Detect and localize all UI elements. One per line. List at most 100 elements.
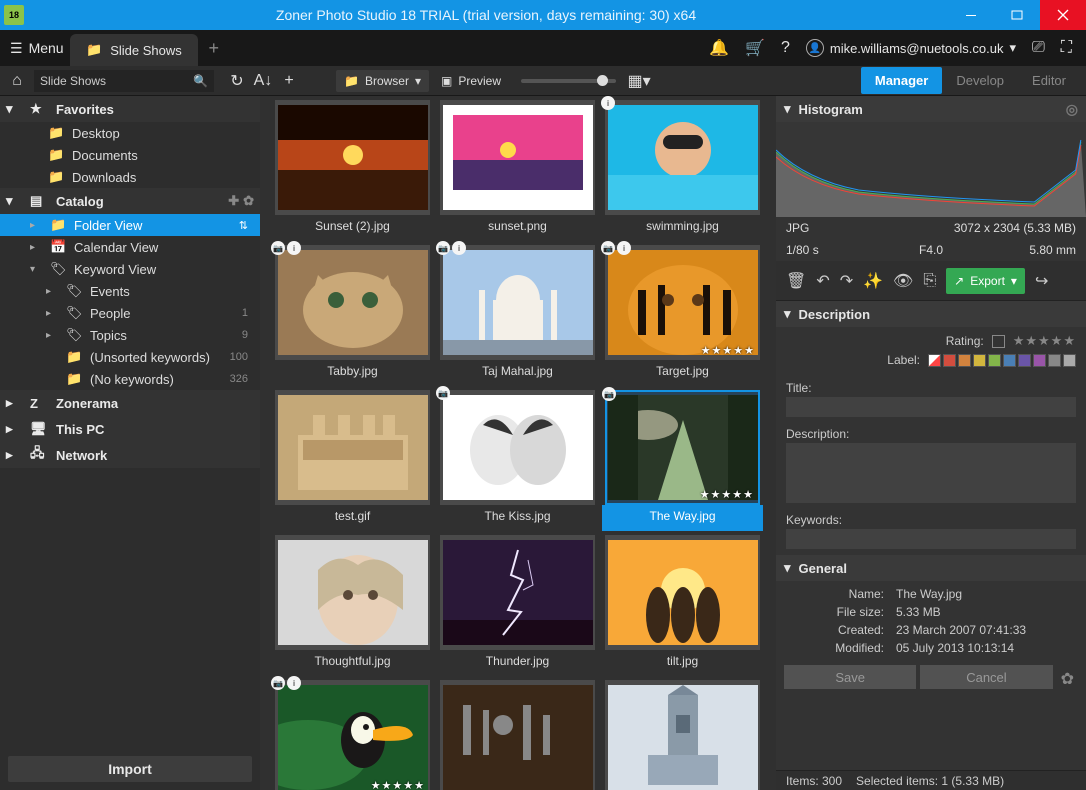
catalog-header[interactable]: ▾▤Catalog✚✿	[0, 188, 260, 214]
label-color[interactable]	[988, 354, 1001, 367]
refresh-button[interactable]: ↻	[226, 70, 248, 92]
rating-stars[interactable]: ★★★★★	[1013, 333, 1076, 349]
keywords-input[interactable]	[786, 529, 1076, 549]
grid-view-button[interactable]: ▦▾	[628, 70, 650, 92]
home-button[interactable]: ⌂	[6, 70, 28, 92]
label-color[interactable]	[1063, 354, 1076, 367]
rating-clear-icon[interactable]	[992, 335, 1005, 348]
thumbnail[interactable]: 📷i★★★★★Target.jpg	[602, 245, 763, 386]
thumbnail[interactable]: Thoughtful.jpg	[272, 535, 433, 676]
cancel-button[interactable]: Cancel	[920, 665, 1052, 689]
folder-view-item[interactable]: ▸📁Folder View⇅	[0, 214, 260, 236]
bell-icon[interactable]: 🔔	[709, 38, 729, 58]
desc-input[interactable]	[786, 443, 1076, 503]
label-color[interactable]	[973, 354, 986, 367]
help-icon[interactable]: ?	[781, 39, 790, 57]
label-color[interactable]	[928, 354, 941, 367]
tab-editor[interactable]: Editor	[1018, 67, 1080, 94]
user-menu[interactable]: 👤 mike.williams@nuetools.co.uk ▾	[806, 39, 1016, 57]
label-color[interactable]	[1048, 354, 1061, 367]
thumbnail[interactable]: tower.jpg	[602, 680, 763, 790]
share-button[interactable]: ↪	[1035, 271, 1048, 291]
camera-icon: 📷	[271, 676, 285, 690]
label-color[interactable]	[1003, 354, 1016, 367]
this-pc-header[interactable]: ▸🖥This PC	[0, 416, 260, 442]
description-header[interactable]: ▾Description	[776, 301, 1086, 327]
magic-button[interactable]: ✨	[863, 271, 883, 291]
zoom-slider[interactable]	[521, 79, 616, 83]
import-button[interactable]: Import	[8, 756, 252, 782]
tab-slide-shows[interactable]: 📁 Slide Shows	[70, 34, 198, 66]
network-header[interactable]: ▸🖧Network	[0, 442, 260, 468]
tab-manager[interactable]: Manager	[861, 67, 942, 94]
thumbnail[interactable]: test.gif	[272, 390, 433, 531]
add-button[interactable]: +	[278, 70, 300, 92]
label-color[interactable]	[1033, 354, 1046, 367]
zonerama-label: Zonerama	[56, 396, 118, 411]
keyword-item[interactable]: ▸🏷Topics9	[0, 324, 260, 346]
cart-icon[interactable]: 🛒	[745, 38, 765, 58]
thumbnail[interactable]: 📷iTabby.jpg	[272, 245, 433, 386]
title-input[interactable]	[786, 397, 1076, 417]
label-color[interactable]	[1018, 354, 1031, 367]
zoom-handle[interactable]	[597, 75, 608, 86]
zonerama-header[interactable]: ▸ZZonerama	[0, 390, 260, 416]
histogram-header[interactable]: ▾Histogram◎	[776, 96, 1086, 122]
path-box[interactable]: Slide Shows 🔍	[34, 70, 214, 92]
thumbnail[interactable]: 📷i★★★★★Toco Toucan.jpg	[272, 680, 433, 790]
record-icon[interactable]: ◎	[1066, 101, 1078, 118]
keyword-item[interactable]: ▸🏷Events	[0, 280, 260, 302]
save-button[interactable]: Save	[784, 665, 916, 689]
favorites-header[interactable]: ▾★Favorites	[0, 96, 260, 122]
screen-icon[interactable]: ⎚	[1032, 39, 1045, 57]
chevron-down-icon: ▾	[1011, 274, 1017, 288]
rotate-right-button[interactable]: ↷	[840, 271, 853, 291]
thumbnail[interactable]: Tools.jpg	[437, 680, 598, 790]
favorite-item[interactable]: 📁Downloads	[0, 166, 260, 188]
thumbnail[interactable]: 📷The Kiss.jpg	[437, 390, 598, 531]
search-icon[interactable]: 🔍	[193, 74, 208, 88]
thumbnail[interactable]: sunset.png	[437, 100, 598, 241]
maximize-button[interactable]	[994, 0, 1040, 30]
settings-icon[interactable]: ✚	[228, 193, 239, 209]
general-key: Created:	[786, 623, 896, 637]
gear-icon[interactable]: ✿	[243, 193, 254, 209]
thumbnail[interactable]: tilt.jpg	[602, 535, 763, 676]
delete-button[interactable]: 🗑	[786, 271, 806, 291]
browser-mode-button[interactable]: 📁 Browser ▾	[336, 70, 429, 92]
favorite-item[interactable]: 📁Documents	[0, 144, 260, 166]
rotate-left-button[interactable]: ↶	[816, 271, 829, 291]
keyword-item[interactable]: 📁(Unsorted keywords)100	[0, 346, 260, 368]
add-tab-button[interactable]: +	[198, 30, 230, 66]
label-color[interactable]	[943, 354, 956, 367]
main-area: ▾★Favorites 📁Desktop📁Documents📁Downloads…	[0, 96, 1086, 790]
close-button[interactable]	[1040, 0, 1086, 30]
folder-icon: 📁	[86, 42, 102, 58]
thumbnail[interactable]: 📷iTaj Mahal.jpg	[437, 245, 598, 386]
tab-develop[interactable]: Develop	[942, 67, 1018, 94]
thumbnail[interactable]: Thunder.jpg	[437, 535, 598, 676]
general-header[interactable]: ▾General	[776, 555, 1086, 581]
gear-icon[interactable]: ✿	[1057, 665, 1078, 693]
minimize-button[interactable]	[948, 0, 994, 30]
preview-mode-button[interactable]: ▣ Preview	[433, 70, 509, 92]
fullscreen-icon[interactable]: ⛶	[1061, 39, 1072, 57]
keyword-item[interactable]: ▸🏷People1	[0, 302, 260, 324]
export-button[interactable]: ↗Export▾	[946, 268, 1025, 294]
copy-button[interactable]: ⎘	[923, 272, 936, 290]
sort-button[interactable]: A↓	[252, 70, 274, 92]
label-color[interactable]	[958, 354, 971, 367]
thumbnail[interactable]: iswimming.jpg	[602, 100, 763, 241]
thumbnail[interactable]: 📷★★★★★The Way.jpg	[602, 390, 763, 531]
eye-button[interactable]: 👁	[893, 271, 913, 291]
favorite-item[interactable]: 📁Desktop	[0, 122, 260, 144]
thumbnail[interactable]: Sunset (2).jpg	[272, 100, 433, 241]
menu-button[interactable]: ☰ Menu	[0, 30, 70, 66]
keyword-item[interactable]: 📁(No keywords)326	[0, 368, 260, 390]
keyword-view-item[interactable]: ▾🏷Keyword View	[0, 258, 260, 280]
user-email: mike.williams@nuetools.co.uk	[830, 41, 1004, 56]
keywords-label: Keywords:	[776, 509, 1086, 529]
calendar-view-item[interactable]: ▸📅Calendar View	[0, 236, 260, 258]
tab-label: Slide Shows	[110, 43, 182, 58]
folder-icon: 📁	[48, 147, 66, 163]
